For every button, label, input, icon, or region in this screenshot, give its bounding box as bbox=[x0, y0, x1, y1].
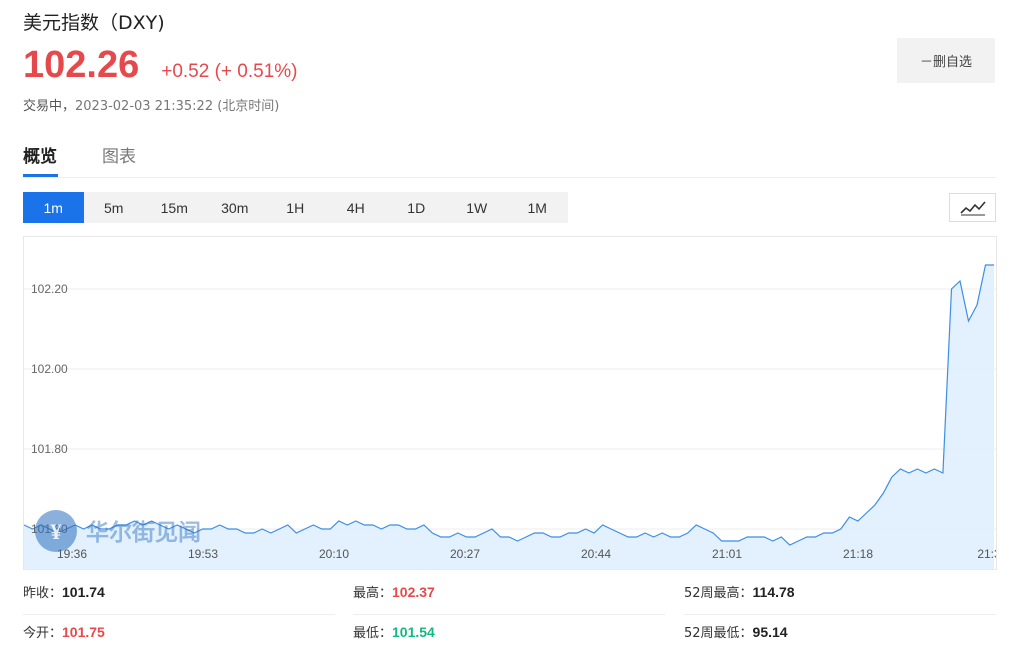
chart-type-toggle[interactable] bbox=[949, 193, 996, 222]
stat-52w-high: 52周最高：114.78 bbox=[684, 582, 996, 615]
x-tick-label: 19:53 bbox=[188, 547, 218, 561]
x-tick-label: 20:27 bbox=[450, 547, 480, 561]
active-tab-indicator bbox=[23, 174, 58, 177]
watermark: ¥ 华尔街见闻 bbox=[35, 510, 201, 552]
period-30m[interactable]: 30m bbox=[205, 192, 266, 223]
stats-row-2: 今开：101.75 最低：101.54 52周最低：95.14 bbox=[23, 622, 996, 654]
stat-open: 今开：101.75 bbox=[23, 622, 335, 654]
current-price: 102.26 bbox=[23, 44, 140, 86]
timezone: (北京时间) bbox=[217, 99, 280, 114]
price-chart-svg: 101.60101.80102.00102.20 19:3619:5320:10… bbox=[24, 264, 997, 569]
stat-high: 最高：102.37 bbox=[353, 582, 665, 615]
x-tick-label: 20:10 bbox=[319, 547, 349, 561]
period-1m[interactable]: 1m bbox=[23, 192, 84, 223]
stat-prev-close: 昨收：101.74 bbox=[23, 582, 335, 615]
period-1d[interactable]: 1D bbox=[386, 192, 447, 223]
tab-bar: 概览 图表 bbox=[23, 140, 996, 178]
line-chart-icon bbox=[959, 200, 986, 215]
price-chart[interactable]: 101.60101.80102.00102.20 19:3619:5320:10… bbox=[23, 236, 997, 570]
x-tick-label: 21:3 bbox=[977, 547, 997, 561]
x-tick-label: 20:44 bbox=[581, 547, 611, 561]
status-label: 交易中， bbox=[23, 99, 76, 114]
tab-chart[interactable]: 图表 bbox=[102, 142, 136, 167]
y-axis-ticks: 101.60101.80102.00102.20 bbox=[31, 282, 68, 536]
svg-text:¥: ¥ bbox=[51, 519, 62, 544]
x-tick-label: 21:18 bbox=[843, 547, 873, 561]
period-15m[interactable]: 15m bbox=[144, 192, 205, 223]
price-row: 102.26 +0.52 (+ 0.51%) bbox=[23, 44, 298, 87]
price-change: +0.52 (+ 0.51%) bbox=[161, 61, 298, 82]
watermark-text: 华尔街见闻 bbox=[86, 519, 201, 546]
timestamp: 2023-02-03 21:35:22 bbox=[75, 99, 214, 114]
chart-grid bbox=[24, 288, 996, 530]
remove-watchlist-button[interactable]: －删自选 bbox=[897, 38, 995, 83]
period-5m[interactable]: 5m bbox=[84, 192, 145, 223]
y-tick-label: 101.80 bbox=[31, 442, 68, 456]
y-tick-label: 102.00 bbox=[31, 362, 68, 376]
x-tick-label: 21:01 bbox=[712, 547, 742, 561]
period-selector: 1m 5m 15m 30m 1H 4H 1D 1W 1M bbox=[23, 192, 568, 223]
tab-overview[interactable]: 概览 bbox=[23, 142, 57, 167]
period-1w[interactable]: 1W bbox=[447, 192, 508, 223]
period-1M[interactable]: 1M bbox=[507, 192, 568, 223]
period-4h[interactable]: 4H bbox=[326, 192, 387, 223]
y-tick-label: 102.20 bbox=[31, 282, 68, 296]
stats-row-1: 昨收：101.74 最高：102.37 52周最高：114.78 bbox=[23, 582, 996, 620]
chart-price-line bbox=[24, 264, 994, 546]
trade-status: 交易中，2023-02-03 21:35:22 (北京时间) bbox=[23, 95, 279, 114]
stat-52w-low: 52周最低：95.14 bbox=[684, 622, 996, 654]
period-1h[interactable]: 1H bbox=[265, 192, 326, 223]
stat-low: 最低：101.54 bbox=[353, 622, 665, 654]
page-title: 美元指数（DXY) bbox=[23, 12, 165, 34]
